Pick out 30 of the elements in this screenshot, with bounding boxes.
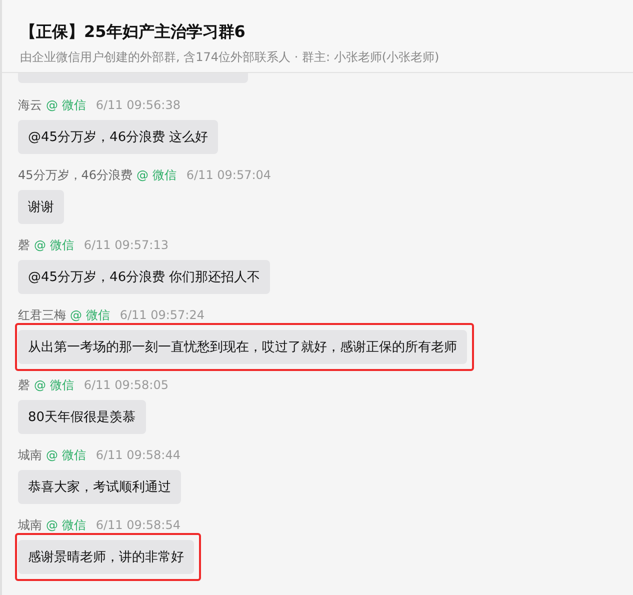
source-label: @ 微信 — [46, 517, 86, 534]
message-time: 6/11 09:57:13 — [84, 238, 168, 252]
message-bubble: @45分万岁，46分浪费 你们那还招人不 — [18, 260, 270, 294]
source-label: @ 微信 — [46, 447, 86, 464]
source-label: @ 微信 — [34, 237, 74, 254]
message-time: 6/11 09:57:24 — [120, 308, 204, 322]
message-bubble: 80天年假很是羡慕 — [18, 400, 146, 434]
message-bubble: 从出第一考场的那一刻一直忧愁到现在，哎过了就好，感谢正保的所有老师 — [18, 330, 467, 364]
sender-name: 磬 — [18, 237, 30, 254]
message-bubble: @45分万岁，46分浪费 这么好 — [18, 120, 218, 154]
message-bubble: 谢谢 — [18, 190, 64, 224]
group-subtitle: 由企业微信用户创建的外部群, 含174位外部联系人 · 群主: 小张老师(小张老师) — [20, 49, 440, 66]
message-bubble: 感谢景晴老师，讲的非常好 — [18, 540, 194, 574]
message-bubble: 恭喜大家，考试顺利通过 — [18, 470, 181, 504]
sender-name: 城南 — [18, 447, 42, 464]
message-time: 6/11 09:58:54 — [96, 518, 180, 532]
source-label: @ 微信 — [70, 307, 110, 324]
message-time: 6/11 09:58:44 — [96, 448, 180, 462]
message-time: 6/11 09:57:04 — [186, 168, 272, 182]
sender-name: 磬 — [18, 377, 30, 394]
message-time: 6/11 09:56:38 — [96, 98, 180, 112]
sender-name: 海云 — [18, 97, 42, 114]
source-label: @ 微信 — [136, 167, 176, 184]
sender-name: 红君三梅 — [18, 307, 66, 324]
source-label: @ 微信 — [46, 97, 86, 114]
message-time: 6/11 09:58:05 — [84, 378, 168, 392]
sender-name: 45分万岁，46分浪费 — [18, 167, 133, 184]
source-label: @ 微信 — [34, 377, 74, 394]
group-title: 【正保】25年妇产主治学习群6 — [20, 22, 246, 43]
sender-name: 城南 — [18, 517, 42, 534]
